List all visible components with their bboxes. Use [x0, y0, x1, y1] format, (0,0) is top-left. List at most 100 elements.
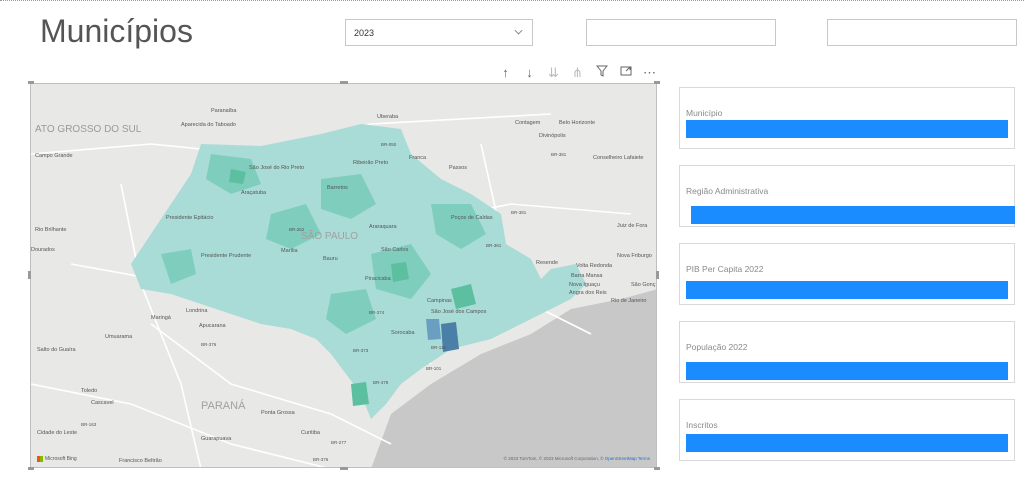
card-populacao[interactable]: População 2022 [679, 321, 1015, 383]
resize-handle-left[interactable] [28, 271, 31, 279]
filled-map-visual[interactable]: ATO GROSSO DO SUL PARANÁ SÃO PAULO Campo… [30, 83, 657, 468]
resize-handle-bl[interactable] [28, 467, 34, 470]
map-label-sao-carlos: São Carlos [381, 247, 408, 253]
arrow-down-icon[interactable]: ↓ [522, 65, 537, 81]
map-label-juiz-de-fora: Juiz de Fora [617, 223, 648, 229]
map-label-sao-paulo: SÃO PAULO [301, 229, 358, 242]
road-badge-br277: BR-277 [331, 440, 347, 445]
map-label-contagem: Contagem [515, 120, 541, 126]
map-label-passos: Passos [449, 165, 467, 171]
map-label-curitiba: Curitiba [301, 430, 321, 436]
card-pib-per-capita[interactable]: PIB Per Capita 2022 [679, 243, 1015, 305]
road-badge-br163: BR-163 [81, 422, 97, 427]
resize-handle-tr[interactable] [654, 81, 660, 84]
card-populacao-bar [686, 362, 1008, 380]
map-label-parana: PARANÁ [201, 399, 246, 412]
filter-slicer-3[interactable] [827, 19, 1017, 46]
map-label-volta-redonda: Volta Redonda [576, 263, 613, 269]
map-label-presidente-epitacio: Presidente Epitácio [166, 215, 213, 221]
resize-handle-br[interactable] [654, 467, 660, 470]
map-attribution: © 2023 TomTom, © 2023 Microsoft Corporat… [504, 456, 650, 461]
map-label-nova-iguacu: Nova Iguaçu [569, 282, 600, 288]
visual-header-toolbar: ↑ ↓ ⇊ ⋔ ⋯ [498, 65, 657, 81]
map-label-resende: Resende [536, 260, 558, 266]
map-label-rio-de-janeiro: Rio de Janeiro [611, 298, 646, 304]
card-municipio[interactable]: Município [679, 87, 1015, 149]
bing-logo-text: Microsoft Bing [45, 456, 77, 462]
arrow-up-icon[interactable]: ↑ [498, 65, 513, 81]
map-label-piracicaba: Piracicaba [365, 276, 392, 282]
road-badge-br101: BR-101 [426, 366, 442, 371]
map-label-guarapuava: Guarapuava [201, 436, 232, 442]
card-inscritos-label: Inscritos [686, 420, 718, 430]
chevron-down-icon[interactable] [514, 26, 523, 35]
expand-hierarchy-icon[interactable]: ⋔ [570, 65, 585, 81]
card-regiao-label: Região Administrativa [686, 186, 769, 196]
more-options-icon[interactable]: ⋯ [642, 65, 657, 81]
map-label-toledo: Toledo [81, 388, 97, 394]
road-badge-br116: BR-116 [431, 345, 446, 350]
resize-handle-top[interactable] [340, 81, 348, 84]
road-badge-br381c: BR-381 [486, 243, 502, 248]
year-slicer-value: 2023 [354, 27, 375, 38]
card-pib-bar [686, 281, 1008, 299]
road-badge-br262: BR-262 [289, 227, 305, 232]
map-label-angra-dos-reis: Angra dos Reis [569, 290, 607, 296]
map-label-araraquara: Araraquara [369, 224, 397, 230]
map-label-maringa: Maringá [151, 315, 172, 321]
map-label-cascavel: Cascavel [91, 400, 114, 406]
map-label-francisco-beltrao: Francisco Beltrão [119, 458, 162, 464]
map-label-franca: Franca [409, 155, 427, 161]
road-badge-br050: BR-050 [381, 142, 397, 147]
resize-handle-right[interactable] [656, 271, 659, 279]
map-label-belo-horizonte: Belo Horizonte [559, 120, 595, 126]
filter-slicer-2[interactable] [586, 19, 776, 46]
map-label-divinopolis: Divinópolis [539, 133, 566, 139]
map-label-campinas: Campinas [427, 298, 452, 304]
road-badge-br374: BR-374 [369, 310, 385, 315]
double-arrow-down-icon[interactable]: ⇊ [546, 65, 561, 81]
map-label-sao-jose-rio-preto: São José do Rio Preto [249, 165, 304, 171]
map-label-cidade-leste: Cidade do Leste [37, 430, 77, 436]
map-label-conselheiro-lafaiete: Conselheiro Lafaiete [593, 155, 643, 161]
map-label-aparecida-taboado: Aparecida do Taboado [181, 122, 236, 128]
map-label-mato-grosso-do-sul: ATO GROSSO DO SUL [35, 124, 142, 135]
focus-mode-icon[interactable] [618, 65, 633, 81]
card-regiao-bar [691, 206, 1015, 224]
map-label-dourados: Dourados [31, 247, 55, 253]
microsoft-logo-icon [37, 456, 43, 462]
card-pib-label: PIB Per Capita 2022 [686, 264, 764, 274]
map-label-sao-jose-campos: São José dos Campos [431, 309, 487, 315]
map-label-barra-mansa: Barra Mansa [571, 273, 603, 279]
map-label-londrina: Londrina [186, 308, 208, 314]
card-inscritos[interactable]: Inscritos [679, 399, 1015, 461]
card-regiao-administrativa[interactable]: Região Administrativa [679, 165, 1015, 227]
attribution-link[interactable]: © OpenStreetMap Terms [600, 456, 650, 461]
resize-handle-bottom[interactable] [340, 467, 348, 470]
map-canvas[interactable]: ATO GROSSO DO SUL PARANÁ SÃO PAULO Campo… [31, 84, 657, 468]
map-label-uberaba: Uberaba [377, 114, 399, 120]
map-label-presidente-prudente: Presidente Prudente [201, 253, 251, 259]
attribution-text: © 2023 TomTom, © 2023 Microsoft Corporat… [503, 456, 601, 461]
map-label-ponta-grossa: Ponta Grossa [261, 410, 296, 416]
map-label-paranaiba: Paranaíba [211, 108, 237, 114]
year-slicer[interactable]: 2023 [345, 19, 533, 46]
report-page: Municípios 2023 ↑ ↓ ⇊ ⋔ ⋯ ATO GROSSO DO … [0, 0, 1024, 484]
road-badge-br373: BR-373 [353, 348, 369, 353]
map-label-barretos: Barretos [327, 185, 348, 191]
map-label-aracatuba: Araçatuba [241, 190, 267, 196]
map-label-bauru: Bauru [323, 256, 338, 262]
map-label-nova-friburgo: Nova Friburgo [617, 253, 652, 259]
map-label-umuarama: Umuarama [105, 334, 133, 340]
card-populacao-label: População 2022 [686, 342, 748, 352]
card-municipio-label: Município [686, 108, 723, 118]
road-badge-br381b: BR-381 [511, 210, 527, 215]
map-label-pocos-de-caldas: Poços de Caldas [451, 215, 493, 221]
map-label-ribeirao-preto: Ribeirão Preto [353, 160, 388, 166]
card-municipio-bar [686, 120, 1008, 138]
map-label-marilia: Marília [281, 248, 298, 254]
resize-handle-tl[interactable] [28, 81, 34, 84]
map-label-sao-goncalo: São Gonç [631, 282, 656, 288]
bing-logo: Microsoft Bing [37, 456, 77, 462]
filter-icon[interactable] [594, 65, 609, 81]
